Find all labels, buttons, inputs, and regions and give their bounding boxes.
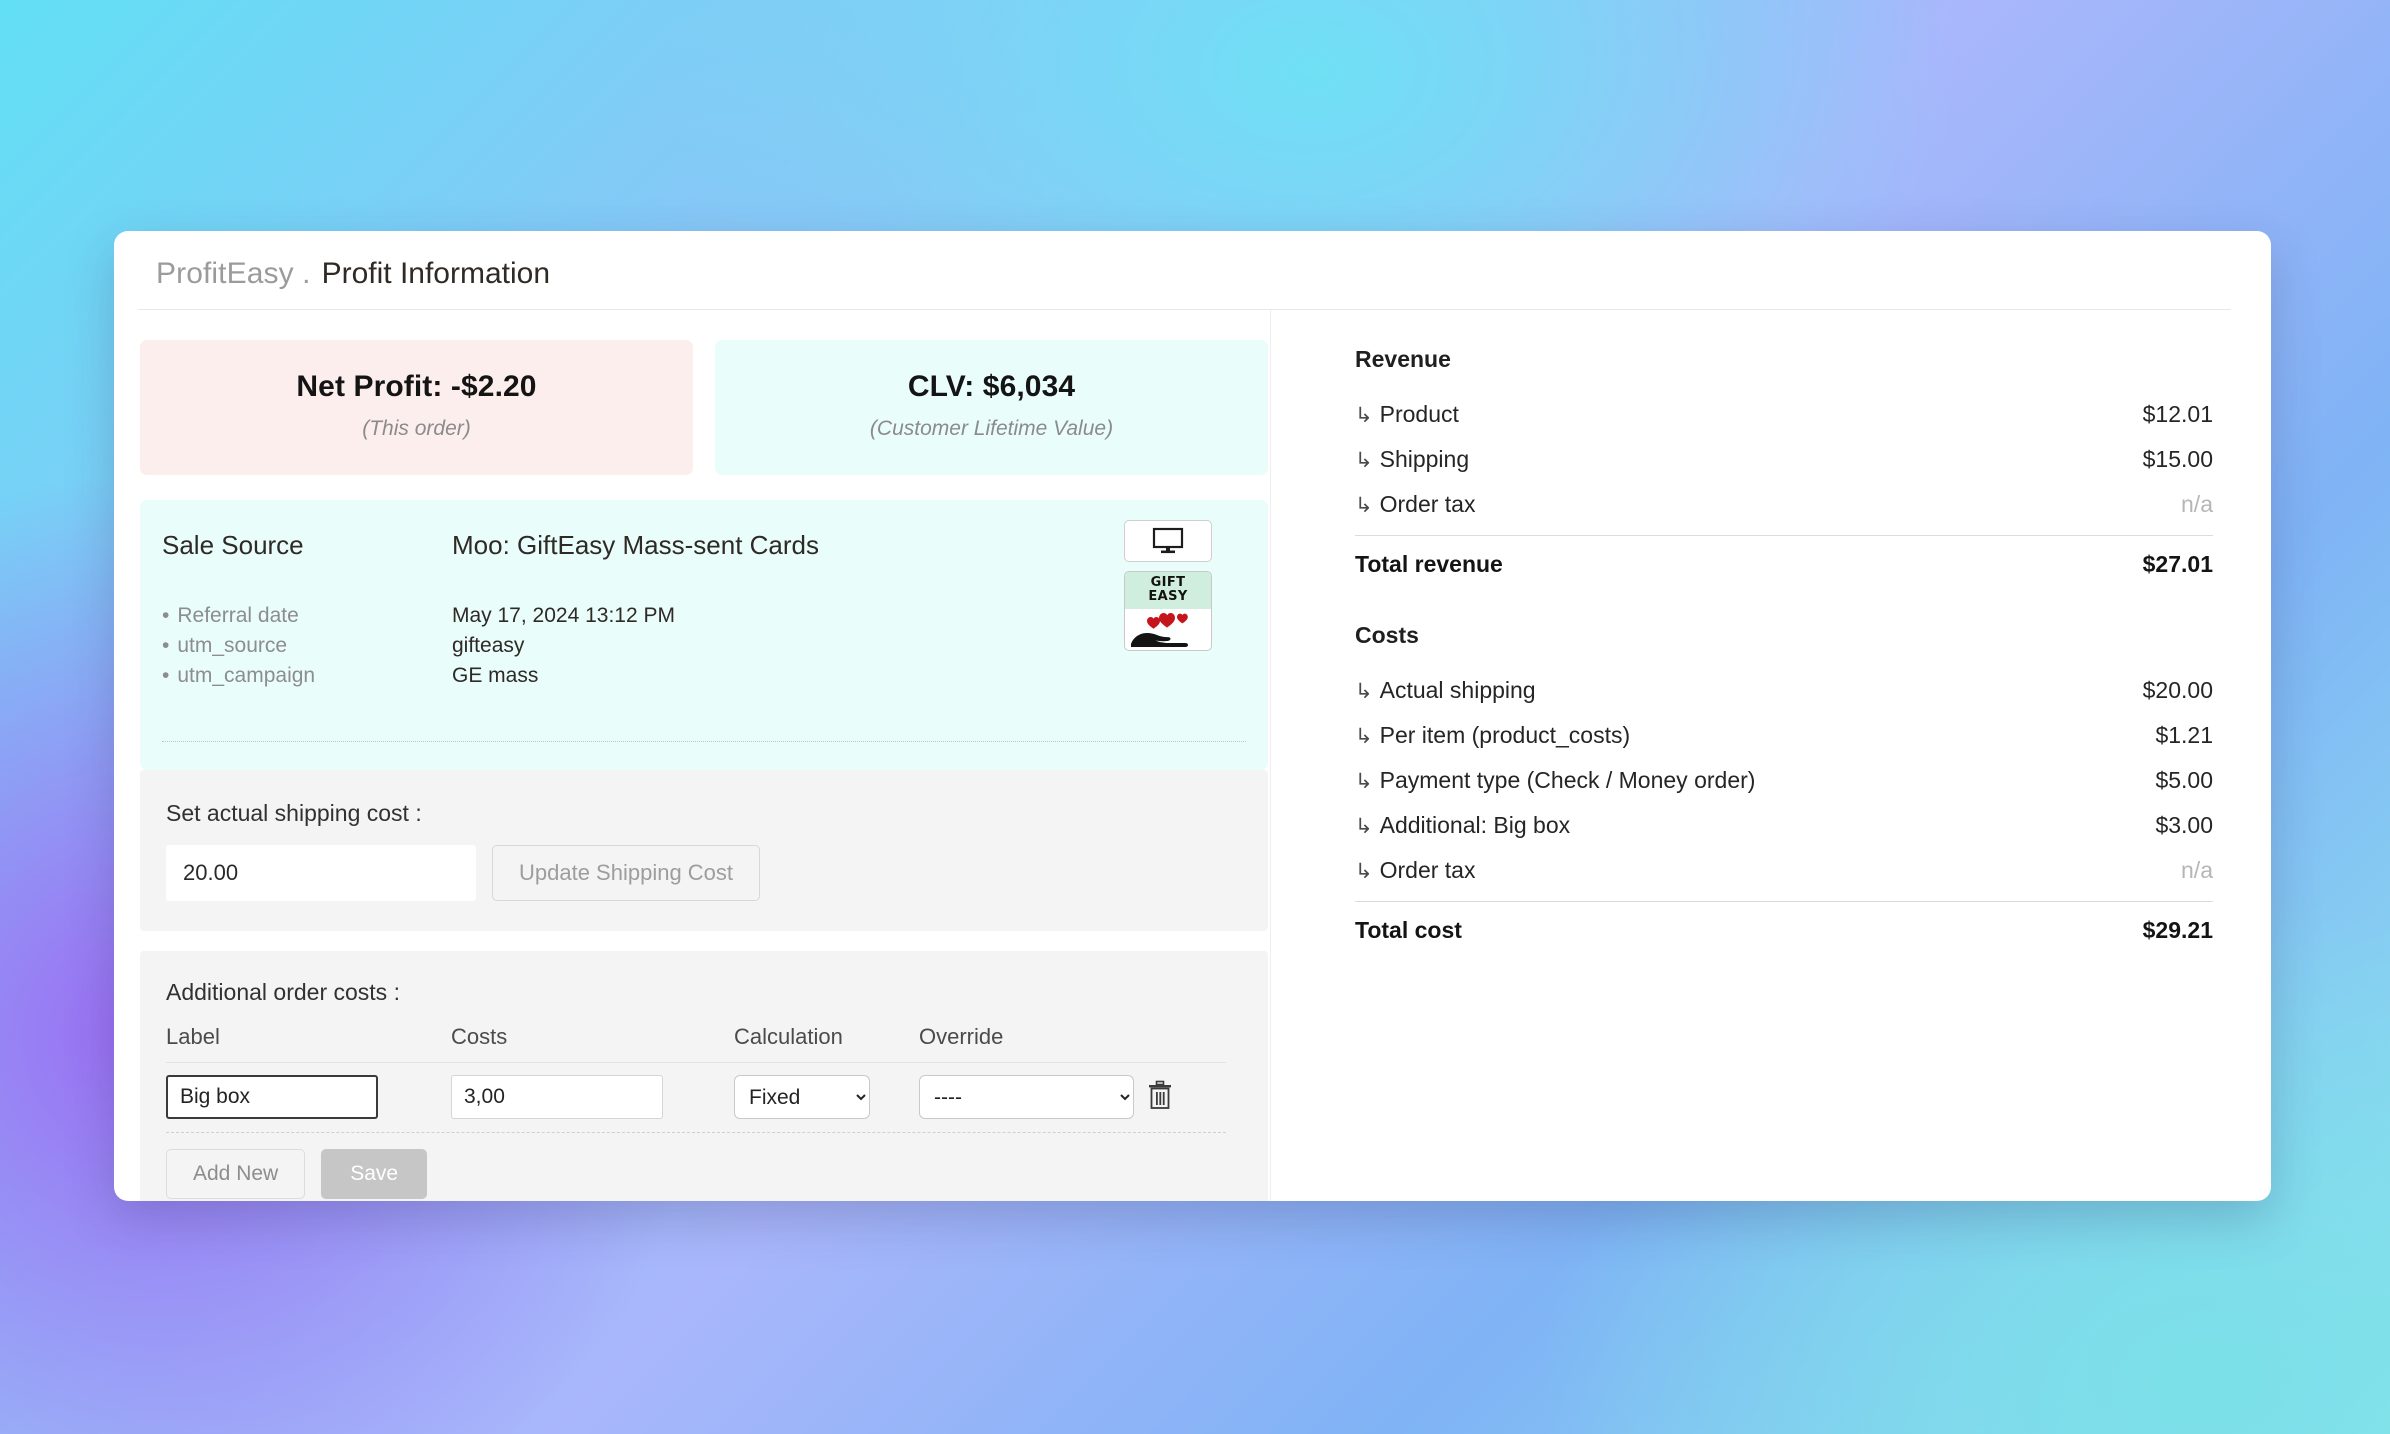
costs-actions: Add New Save (166, 1149, 1242, 1199)
revenue-title: Revenue (1355, 346, 1451, 372)
app-name: ProfitEasy . (156, 257, 311, 290)
total-cost-row: Total cost $29.21 (1355, 901, 2213, 944)
costs-row-additional: ↳ Additional: Big box $3.00 (1355, 803, 2213, 848)
total-revenue-value: $27.01 (2142, 551, 2213, 577)
costs-value-additional: $3.00 (2155, 812, 2213, 838)
costs-row-actual-shipping: ↳ Actual shipping $20.00 (1355, 668, 2213, 713)
column-header-override: Override (919, 1024, 1004, 1049)
clv-caption: (Customer Lifetime Value) (869, 417, 1114, 440)
column-header-costs: Costs (451, 1024, 508, 1049)
add-new-button[interactable]: Add New (166, 1149, 306, 1199)
delete-row-button[interactable] (1147, 1080, 1173, 1110)
costs-title: Costs (1355, 622, 1419, 648)
net-profit-caption: (This order) (362, 417, 471, 440)
revenue-label-shipping: Shipping (1379, 446, 1470, 472)
bullet-icon: • (162, 634, 170, 657)
revenue-row-order-tax: ↳ Order tax n/a (1355, 482, 2213, 527)
revenue-value-shipping: $15.00 (2142, 446, 2213, 472)
sub-item-arrow-icon: ↳ (1355, 679, 1373, 703)
total-revenue-row: Total revenue $27.01 (1355, 535, 2213, 578)
total-revenue-label: Total revenue (1355, 551, 1503, 577)
table-header-row: Label Costs Calculation Override (166, 1024, 1226, 1063)
save-button[interactable]: Save (321, 1149, 428, 1199)
revenue-row-product: ↳ Product $12.01 (1355, 392, 2213, 437)
hand-with-hearts-icon (1131, 613, 1188, 647)
costs-row-order-tax: ↳ Order tax n/a (1355, 848, 2213, 893)
costs-label-order-tax: Order tax (1379, 857, 1476, 883)
costs-row-payment-type: ↳ Payment type (Check / Money order) $5.0… (1355, 758, 2213, 803)
revenue-section: Revenue ↳ Product $12.01 ↳ Shipping $15.00… (1355, 346, 2213, 578)
revenue-label-product: Product (1379, 401, 1459, 427)
logo-line-2: EASY (1148, 589, 1188, 604)
sale-source-divider (162, 741, 1246, 742)
window-body: Net Profit: -$2.20 (This order) CLV: $6,… (114, 310, 2271, 1201)
sub-item-arrow-icon: ↳ (1355, 769, 1373, 793)
column-header-calculation: Calculation (734, 1024, 843, 1049)
costs-value-order-tax: n/a (2181, 857, 2213, 883)
cost-amount-input[interactable] (451, 1075, 663, 1119)
shipping-cost-label: Set actual shipping cost : (166, 800, 422, 826)
sale-source-icons: GIFT EASY (1124, 520, 1212, 651)
shipping-cost-panel: Set actual shipping cost : Update Shippi… (140, 770, 1268, 931)
bullet-icon: • (162, 664, 170, 687)
net-profit-card: Net Profit: -$2.20 (This order) (140, 340, 693, 475)
calculation-select[interactable]: Fixed (734, 1075, 870, 1119)
costs-value-payment-type: $5.00 (2155, 767, 2213, 793)
costs-label-payment-type: Payment type (Check / Money order) (1379, 767, 1756, 793)
breadcrumb: ProfitEasy . Profit Information (138, 257, 2231, 310)
net-profit-value: Net Profit: -$2.20 (296, 370, 537, 403)
revenue-value-product: $12.01 (2142, 401, 2213, 427)
left-column: Net Profit: -$2.20 (This order) CLV: $6,… (114, 310, 1270, 1201)
logo-line-1: GIFT (1150, 575, 1186, 590)
total-cost-value: $29.21 (2142, 917, 2213, 943)
costs-label-additional: Additional: Big box (1379, 812, 1571, 838)
summary-column: Revenue ↳ Product $12.01 ↳ Shipping $15.00… (1270, 310, 2271, 1201)
desktop-monitor-icon[interactable] (1124, 520, 1212, 562)
costs-value-per-item: $1.21 (2155, 722, 2213, 748)
table-row: Fixed ---- (166, 1063, 1226, 1133)
meta-key-utm-source: • utm_source (162, 634, 288, 657)
meta-value-utm-campaign: GE mass (452, 664, 539, 687)
costs-row-per-item: ↳ Per item (product_costs) $1.21 (1355, 713, 2213, 758)
sub-item-arrow-icon: ↳ (1355, 493, 1373, 517)
override-select[interactable]: ---- (919, 1075, 1134, 1119)
clv-card: CLV: $6,034 (Customer Lifetime Value) (715, 340, 1268, 475)
additional-costs-label: Additional order costs : (166, 979, 400, 1005)
sale-source-meta: • Referral date • utm_source • utm_campaign… (162, 601, 1268, 691)
monitor-icon (1152, 527, 1184, 554)
update-shipping-cost-button[interactable]: Update Shipping Cost (492, 845, 761, 901)
revenue-value-order-tax: n/a (2181, 491, 2213, 517)
gifteasy-logo: GIFT EASY (1124, 571, 1212, 651)
sale-source-panel: Sale Source Moo: GiftEasy Mass-sent Card… (140, 500, 1268, 770)
total-cost-label: Total cost (1355, 917, 1462, 943)
sale-source-label: Sale Source (162, 530, 304, 560)
bullet-icon: • (162, 604, 170, 627)
costs-section: Costs ↳ Actual shipping $20.00 ↳ Per item … (1355, 622, 2213, 944)
sub-item-arrow-icon: ↳ (1355, 724, 1373, 748)
clv-value: CLV: $6,034 (907, 370, 1076, 403)
costs-value-actual-shipping: $20.00 (2142, 677, 2213, 703)
column-header-label: Label (166, 1024, 220, 1049)
sub-item-arrow-icon: ↳ (1355, 814, 1373, 838)
additional-costs-panel: Additional order costs : Label Costs Cal… (140, 951, 1268, 1201)
trash-icon (1149, 1080, 1171, 1109)
costs-label-actual-shipping: Actual shipping (1379, 677, 1536, 703)
sub-item-arrow-icon: ↳ (1355, 448, 1373, 472)
page-title: Profit Information (321, 257, 551, 290)
kpi-row: Net Profit: -$2.20 (This order) CLV: $6,… (140, 340, 1270, 475)
revenue-label-order-tax: Order tax (1379, 491, 1476, 517)
additional-costs-table: Label Costs Calculation Override Big box… (166, 1024, 1226, 1133)
shipping-cost-input[interactable] (166, 845, 476, 901)
cost-label-input[interactable] (166, 1075, 378, 1119)
profit-information-window: ProfitEasy . Profit Information Net Prof… (114, 231, 2271, 1201)
costs-label-per-item: Per item (product_costs) (1379, 722, 1631, 748)
window-header: ProfitEasy . Profit Information (114, 231, 2271, 310)
meta-key-utm-campaign: • utm_campaign (162, 664, 316, 687)
sub-item-arrow-icon: ↳ (1355, 859, 1373, 883)
revenue-row-shipping: ↳ Shipping $15.00 (1355, 437, 2213, 482)
sale-source-header-row: Sale Source Moo: GiftEasy Mass-sent Card… (162, 530, 1268, 561)
meta-key-referral-date: • Referral date (162, 604, 299, 627)
sub-item-arrow-icon: ↳ (1355, 403, 1373, 427)
